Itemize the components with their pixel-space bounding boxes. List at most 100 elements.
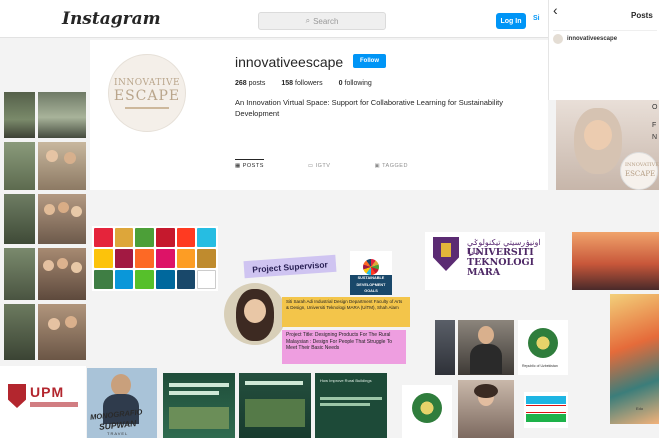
following-stat[interactable]: 0 following <box>339 80 372 87</box>
sdg-tile <box>155 228 175 247</box>
tv-icon: ▭ <box>307 163 314 169</box>
grid-photo[interactable] <box>4 304 35 360</box>
edge-letter: O <box>652 104 658 111</box>
grid-photo[interactable] <box>38 248 86 300</box>
back-chevron-icon[interactable]: ‹ <box>553 2 558 18</box>
person-face <box>478 326 494 344</box>
followers-stat-label: followers <box>295 80 323 87</box>
flag-stripe <box>526 414 566 422</box>
green-slide-post[interactable]: How Improve Rural Buildings <box>315 373 387 438</box>
profile-tabs: ▦ POSTS ▭ IGTV ▣ TAGGED <box>235 159 408 169</box>
person-face <box>65 316 77 328</box>
slide-text-line <box>245 381 303 385</box>
sdg-tile <box>94 249 113 268</box>
sdg-tile <box>197 249 216 268</box>
portrait-post[interactable] <box>458 320 514 375</box>
sdg-tile <box>114 228 134 247</box>
sdg-tile <box>94 228 113 247</box>
sdg-tile <box>155 270 175 289</box>
profile-photo-post[interactable]: INNOVATIVE ESCAPE <box>556 100 659 190</box>
tab-igtv[interactable]: ▭ IGTV <box>308 163 331 169</box>
grid-photo[interactable] <box>38 92 86 138</box>
followers-count: 158 <box>281 80 294 87</box>
sdg-logo-line3: GOALS <box>350 288 392 295</box>
profile-avatar[interactable]: INNOVATIVE ESCAPE <box>108 54 186 132</box>
portrait-post[interactable] <box>458 380 514 438</box>
search-placeholder: Search <box>313 16 339 26</box>
posts-stat: 268 posts <box>235 80 265 87</box>
avatar-logo-line2: ESCAPE <box>113 87 181 104</box>
upm-subtitle-bar <box>30 402 78 407</box>
illustration-post[interactable] <box>610 294 659 424</box>
login-button[interactable]: Log In <box>496 13 526 29</box>
grid-photo[interactable] <box>4 142 35 190</box>
uitm-line3: MARA <box>467 266 501 278</box>
person-face <box>57 258 68 269</box>
instagram-header: Instagram ⌕ Search Log In Si <box>0 0 548 38</box>
sdg-tile <box>135 270 154 289</box>
uitm-logo-post[interactable]: اونيۏرسيتي تيکنولوݢي مارا UNIVERSITI TEK… <box>425 232 545 290</box>
mini-avatar-line1: INNOVATIVE <box>625 162 659 168</box>
follow-button[interactable]: Follow <box>353 54 386 68</box>
person-face <box>584 120 612 150</box>
slide-text-line <box>169 391 219 395</box>
seal-caption: Republic of Uzbekistan <box>522 364 558 368</box>
seal-icon <box>412 393 442 423</box>
green-post-title: How Improve Rural Buildings <box>320 378 372 383</box>
sunset-photo-post[interactable] <box>572 232 659 290</box>
mini-avatar-line2: ESCAPE <box>625 170 656 178</box>
signup-link[interactable]: Si <box>533 15 540 22</box>
search-input[interactable]: ⌕ Search <box>258 12 386 30</box>
sdg-tile <box>155 249 175 268</box>
seal-post[interactable] <box>402 385 452 438</box>
sdg-tile <box>114 249 134 268</box>
profile-username: innovativeescape <box>235 54 344 70</box>
profile-bio: An Innovation Virtual Space: Support for… <box>235 98 503 118</box>
monograph-post[interactable]: MONOGRAFIO SUPWAN TRAVEL <box>87 368 157 438</box>
sdg-tile <box>94 270 113 289</box>
post-author-username: innovativeescape <box>567 35 618 42</box>
grid-icon: ▦ <box>235 163 241 169</box>
sdg-wheel-icon <box>363 259 379 276</box>
tab-tagged-label: TAGGED <box>382 163 408 169</box>
green-slide-post[interactable] <box>239 373 311 438</box>
slide-photo <box>169 407 229 429</box>
portrait-post[interactable] <box>435 320 455 375</box>
grid-photo[interactable] <box>4 248 35 300</box>
instagram-logo[interactable]: Instagram <box>62 9 161 29</box>
post-author-row[interactable]: innovativeescape <box>553 30 657 46</box>
screenshot-collage: Instagram ⌕ Search Log In Si INNOVATIVE … <box>0 0 659 438</box>
sdg-goals-logo: SUSTAINABLE DEVELOPMENT GOALS <box>350 251 392 295</box>
upm-logo-post[interactable]: UPM <box>0 366 86 438</box>
person-face <box>71 206 82 217</box>
grid-photo[interactable] <box>38 194 86 244</box>
left-photo-grid <box>4 92 88 360</box>
upm-crest-icon <box>8 384 26 408</box>
sdg-tile <box>135 228 154 247</box>
person-face <box>48 318 60 330</box>
supervisor-details: Siti Sarah Adi Industrial Design Departm… <box>282 297 410 327</box>
sdg-tile <box>197 270 216 289</box>
grid-photo[interactable] <box>38 142 86 190</box>
monograph-title-line3: TRAVEL <box>107 431 129 436</box>
flag-post[interactable] <box>524 392 568 428</box>
sdg-icons-grid[interactable] <box>92 226 218 291</box>
followers-stat[interactable]: 158 followers <box>281 80 322 87</box>
grid-photo[interactable] <box>4 194 35 244</box>
upm-text: UPM <box>30 384 65 400</box>
person-face <box>44 204 55 215</box>
person-hair <box>474 384 498 398</box>
person-face <box>111 374 131 396</box>
tag-icon: ▣ <box>374 163 381 169</box>
grid-photo[interactable] <box>38 304 86 360</box>
edge-letter: N <box>652 134 658 141</box>
supervisor-photo[interactable] <box>224 283 286 345</box>
grid-photo[interactable] <box>4 92 35 138</box>
tab-tagged[interactable]: ▣ TAGGED <box>374 163 407 169</box>
slide-photo <box>245 399 305 427</box>
slide-text-line <box>320 397 382 400</box>
green-slide-post[interactable] <box>163 373 235 438</box>
tab-posts[interactable]: ▦ POSTS <box>235 159 264 169</box>
seal-post[interactable]: Republic of Uzbekistan <box>518 320 568 375</box>
uitm-crest-icon <box>433 237 459 271</box>
